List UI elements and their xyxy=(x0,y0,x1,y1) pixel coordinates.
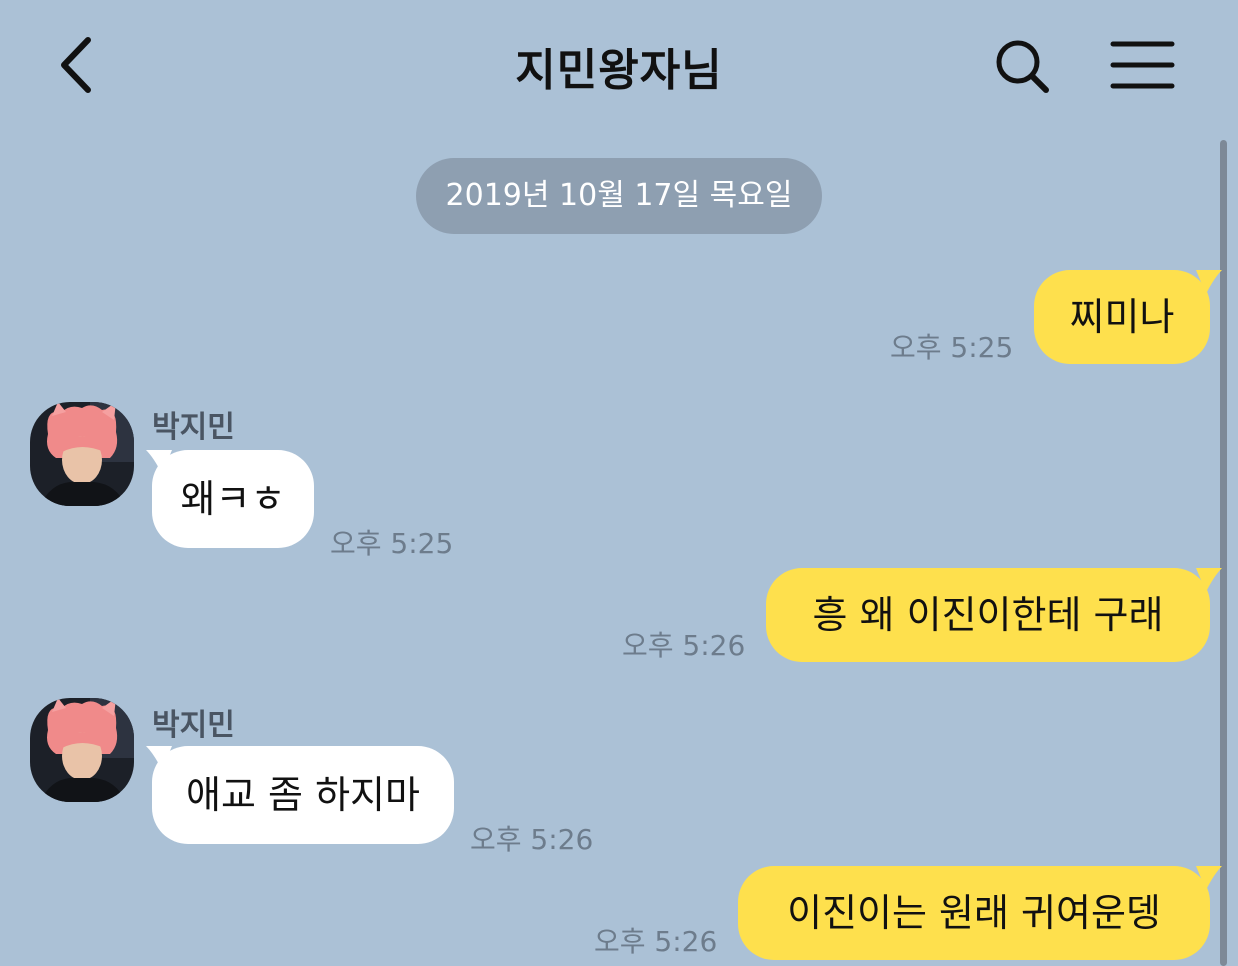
profile-photo xyxy=(30,698,134,802)
date-divider: 2019년 10월 17일 목요일 xyxy=(416,158,822,234)
my-message-bubble[interactable]: 찌미나 xyxy=(1034,270,1210,364)
message-text: 애교 좀 하지마 xyxy=(186,773,420,817)
message-time: 오후 5:25 xyxy=(890,331,1014,364)
message-text: 흥 왜 이진이한테 구래 xyxy=(812,593,1164,637)
their-message-bubble[interactable]: 왜ㅋㅎ xyxy=(152,450,314,548)
avatar[interactable] xyxy=(30,698,134,802)
my-message-bubble[interactable]: 이진이는 원래 귀여운뎅 xyxy=(738,866,1210,960)
message-time: 오후 5:26 xyxy=(622,629,746,662)
sender-name: 박지민 xyxy=(152,410,235,445)
message-time: 오후 5:26 xyxy=(470,823,594,856)
message-time: 오후 5:26 xyxy=(594,925,718,958)
their-message-bubble[interactable]: 애교 좀 하지마 xyxy=(152,746,454,844)
profile-photo xyxy=(30,402,134,506)
bubble-tail xyxy=(1196,568,1222,592)
bubble-tail xyxy=(1196,270,1222,294)
message-text: 찌미나 xyxy=(1069,295,1175,339)
search-icon xyxy=(996,40,1049,93)
chat-scrollbar[interactable] xyxy=(1220,140,1227,966)
avatar[interactable] xyxy=(30,402,134,506)
bubble-tail xyxy=(1196,866,1222,890)
search-button[interactable] xyxy=(990,36,1054,96)
message-time: 오후 5:25 xyxy=(330,527,454,560)
chat-header: 지민왕자님 xyxy=(0,0,1238,132)
message-text: 왜ㅋㅎ xyxy=(180,477,286,521)
my-message-bubble[interactable]: 흥 왜 이진이한테 구래 xyxy=(766,568,1210,662)
message-text: 이진이는 원래 귀여운뎅 xyxy=(787,891,1161,935)
menu-button[interactable] xyxy=(1108,38,1178,92)
hamburger-menu-icon xyxy=(1110,41,1175,89)
sender-name: 박지민 xyxy=(152,708,235,743)
